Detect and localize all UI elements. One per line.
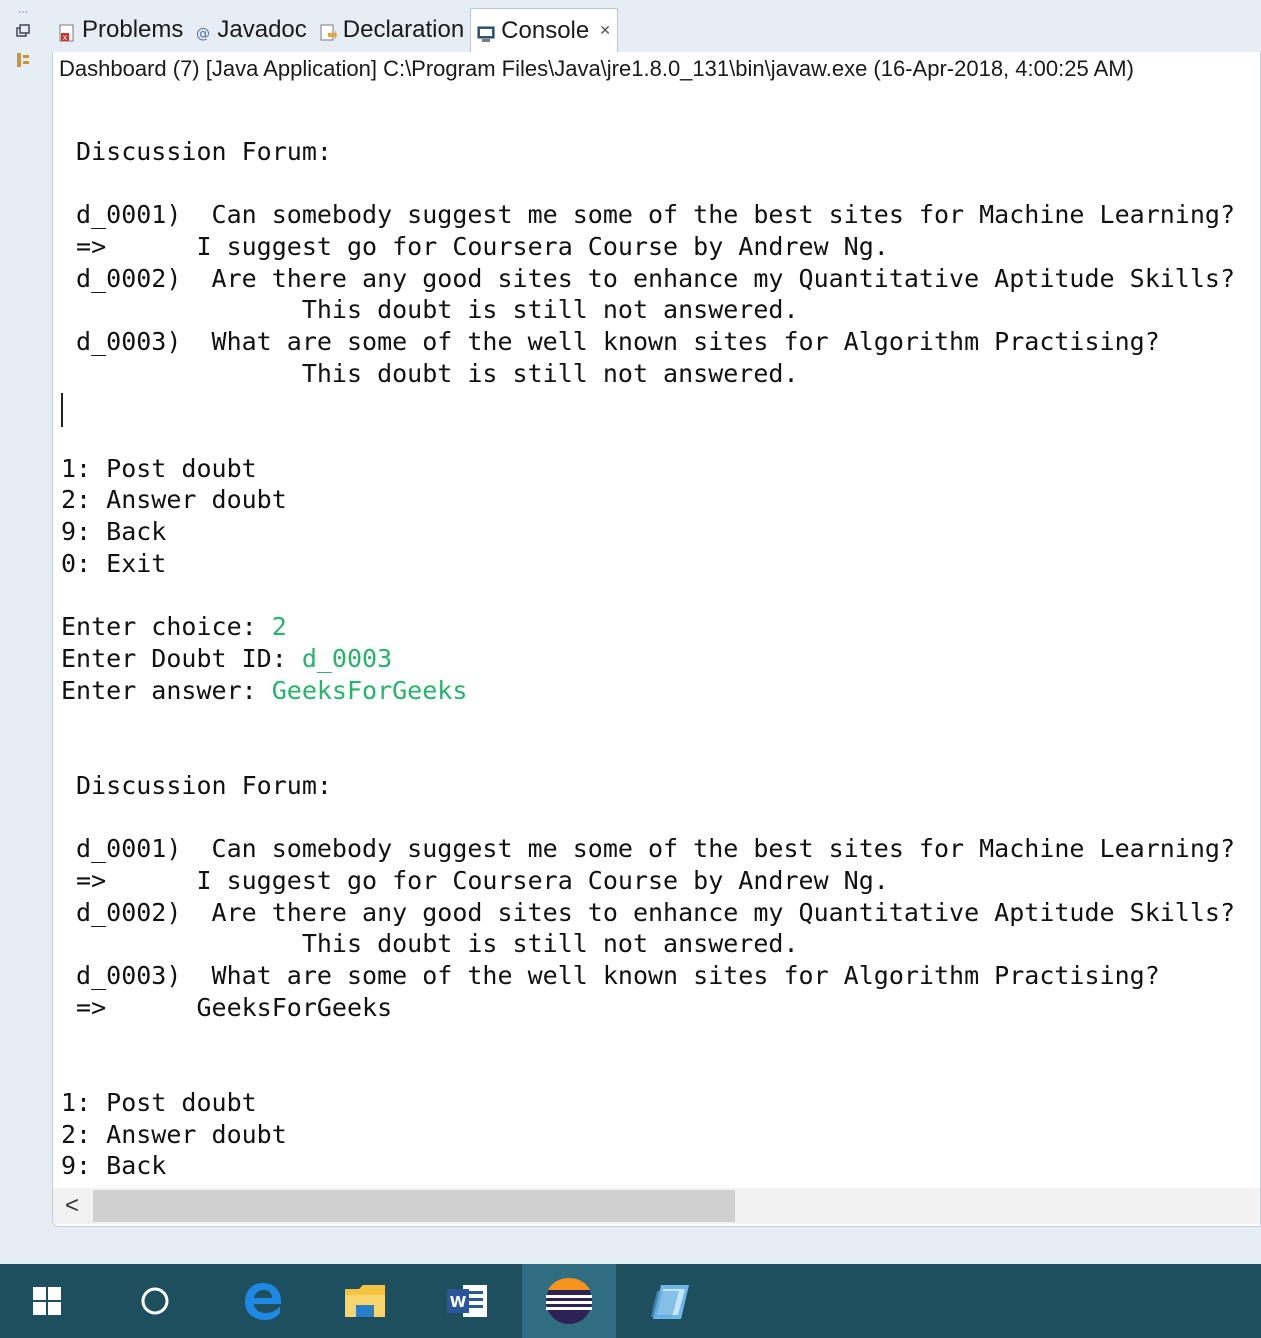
prompt-doubt-id: Enter Doubt ID: [61, 643, 302, 673]
launch-configuration-label: Dashboard (7) [Java Application] C:\Prog… [59, 56, 1134, 81]
edge-browser-icon[interactable] [216, 1264, 310, 1338]
console-output-block: Discussion Forum: d_0001) Can somebody s… [61, 136, 1235, 578]
console-view: Dashboard (7) [Java Application] C:\Prog… [52, 52, 1261, 1227]
scrollbar-thumb[interactable] [93, 1190, 735, 1222]
word-icon[interactable]: W [420, 1264, 514, 1338]
prompt-answer: Enter answer: [61, 675, 272, 705]
user-input-choice: 2 [271, 612, 287, 642]
prompt-choice: Enter choice: [61, 612, 272, 642]
user-input-doubt-id: d_0003 [301, 643, 393, 673]
hierarchy-icon[interactable] [14, 52, 32, 70]
restore-icon[interactable] [14, 24, 32, 42]
tab-label: Javadoc [217, 16, 307, 43]
declaration-icon [319, 21, 337, 41]
windows-taskbar: W [0, 1264, 1261, 1338]
tab-declaration[interactable]: Declaration [313, 8, 470, 52]
cortana-circle-icon[interactable] [108, 1264, 202, 1338]
svg-text:@: @ [196, 26, 210, 42]
console-icon [477, 22, 495, 42]
more-icon[interactable]: ⋯ [14, 4, 32, 22]
windows-start-icon[interactable] [0, 1264, 94, 1338]
tab-label: Problems [82, 16, 184, 43]
tab-console[interactable]: Console ✕ [470, 7, 618, 53]
tab-label: Declaration [342, 16, 465, 43]
svg-text:x: x [63, 33, 68, 42]
view-tab-bar: x Problems @ Javadoc Declaration Console… [52, 7, 1261, 53]
notepad-icon[interactable] [624, 1264, 718, 1338]
close-icon[interactable]: ✕ [599, 22, 611, 39]
scroll-left-arrow-icon[interactable]: < [65, 1192, 85, 1220]
side-toolbar: ⋯ [0, 0, 52, 1262]
svg-text:W: W [450, 1293, 467, 1311]
text-cursor [61, 393, 63, 427]
tab-problems[interactable]: x Problems [52, 8, 189, 52]
tab-javadoc[interactable]: @ Javadoc [189, 8, 312, 52]
user-input-answer: GeeksForGeeks [271, 675, 468, 705]
file-explorer-icon[interactable] [318, 1264, 412, 1338]
eclipse-icon[interactable] [522, 1264, 616, 1338]
horizontal-scrollbar[interactable]: < [53, 1188, 1260, 1224]
tab-label: Console [501, 16, 590, 44]
console-output-block: Discussion Forum: d_0001) Can somebody s… [61, 770, 1235, 1181]
console-output[interactable]: Discussion Forum: d_0001) Can somebody s… [61, 104, 1260, 1182]
problems-icon: x [58, 21, 76, 42]
javadoc-icon: @ [195, 21, 211, 42]
